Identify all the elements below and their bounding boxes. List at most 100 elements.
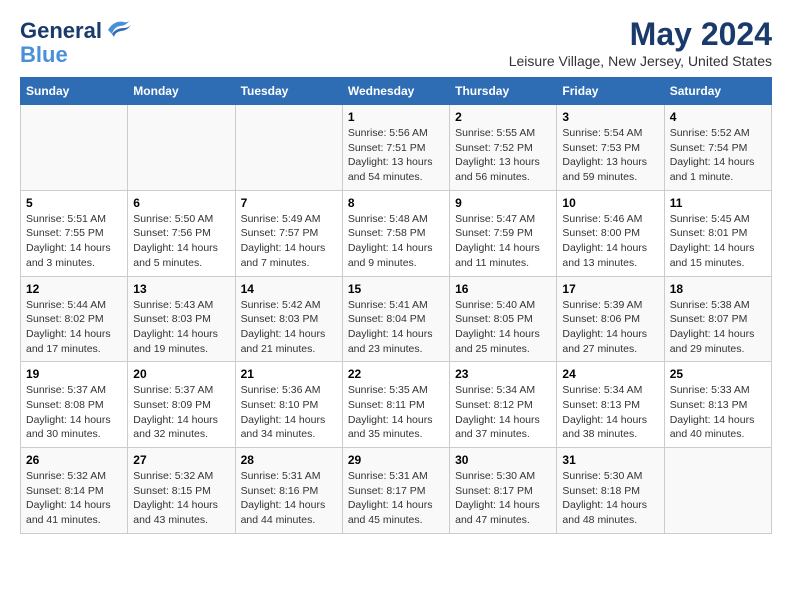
logo: General Blue <box>20 16 132 67</box>
calendar-cell <box>664 448 771 534</box>
day-header-sunday: Sunday <box>21 78 128 105</box>
calendar-cell: 5 Sunrise: 5:51 AM Sunset: 7:55 PM Daylig… <box>21 190 128 276</box>
calendar-cell: 12 Sunrise: 5:44 AM Sunset: 8:02 PM Dayli… <box>21 276 128 362</box>
calendar-cell <box>235 105 342 191</box>
main-title: May 2024 <box>509 16 772 53</box>
day-info: Sunrise: 5:49 AM Sunset: 7:57 PM Dayligh… <box>241 212 337 271</box>
calendar-cell: 2Sunrise: 5:55 AM Sunset: 7:52 PM Daylig… <box>450 105 557 191</box>
day-number: 5 <box>26 196 122 210</box>
day-info: Sunrise: 5:32 AM Sunset: 8:14 PM Dayligh… <box>26 469 122 528</box>
calendar-cell: 19 Sunrise: 5:37 AM Sunset: 8:08 PM Dayli… <box>21 362 128 448</box>
day-info: Sunrise: 5:51 AM Sunset: 7:55 PM Dayligh… <box>26 212 122 271</box>
day-info: Sunrise: 5:31 AM Sunset: 8:16 PM Dayligh… <box>241 469 337 528</box>
logo-bird-icon <box>104 16 132 38</box>
calendar-cell: 21Sunrise: 5:36 AM Sunset: 8:10 PM Dayli… <box>235 362 342 448</box>
calendar-cell: 14 Sunrise: 5:42 AM Sunset: 8:03 PM Dayli… <box>235 276 342 362</box>
calendar-week-5: 26 Sunrise: 5:32 AM Sunset: 8:14 PM Dayli… <box>21 448 772 534</box>
days-header-row: SundayMondayTuesdayWednesdayThursdayFrid… <box>21 78 772 105</box>
day-number: 18 <box>670 282 766 296</box>
calendar-cell: 1Sunrise: 5:56 AM Sunset: 7:51 PM Daylig… <box>342 105 449 191</box>
day-number: 19 <box>26 367 122 381</box>
day-number: 3 <box>562 110 658 124</box>
day-info: Sunrise: 5:37 AM Sunset: 8:09 PM Dayligh… <box>133 383 229 442</box>
day-info: Sunrise: 5:38 AM Sunset: 8:07 PM Dayligh… <box>670 298 766 357</box>
day-info: Sunrise: 5:36 AM Sunset: 8:10 PM Dayligh… <box>241 383 337 442</box>
day-info: Sunrise: 5:43 AM Sunset: 8:03 PM Dayligh… <box>133 298 229 357</box>
day-number: 31 <box>562 453 658 467</box>
day-info: Sunrise: 5:54 AM Sunset: 7:53 PM Dayligh… <box>562 126 658 185</box>
day-info: Sunrise: 5:34 AM Sunset: 8:13 PM Dayligh… <box>562 383 658 442</box>
day-info: Sunrise: 5:37 AM Sunset: 8:08 PM Dayligh… <box>26 383 122 442</box>
day-info: Sunrise: 5:48 AM Sunset: 7:58 PM Dayligh… <box>348 212 444 271</box>
calendar-week-3: 12 Sunrise: 5:44 AM Sunset: 8:02 PM Dayli… <box>21 276 772 362</box>
calendar-cell: 3 Sunrise: 5:54 AM Sunset: 7:53 PM Daylig… <box>557 105 664 191</box>
calendar-cell: 31 Sunrise: 5:30 AM Sunset: 8:18 PM Dayli… <box>557 448 664 534</box>
header: General Blue May 2024 Leisure Village, N… <box>20 16 772 69</box>
day-number: 2 <box>455 110 551 124</box>
day-number: 24 <box>562 367 658 381</box>
day-info: Sunrise: 5:32 AM Sunset: 8:15 PM Dayligh… <box>133 469 229 528</box>
day-info: Sunrise: 5:41 AM Sunset: 8:04 PM Dayligh… <box>348 298 444 357</box>
day-number: 25 <box>670 367 766 381</box>
day-header-tuesday: Tuesday <box>235 78 342 105</box>
day-header-friday: Friday <box>557 78 664 105</box>
day-number: 12 <box>26 282 122 296</box>
day-info: Sunrise: 5:44 AM Sunset: 8:02 PM Dayligh… <box>26 298 122 357</box>
calendar-cell: 27 Sunrise: 5:32 AM Sunset: 8:15 PM Dayli… <box>128 448 235 534</box>
day-header-wednesday: Wednesday <box>342 78 449 105</box>
calendar-week-2: 5 Sunrise: 5:51 AM Sunset: 7:55 PM Daylig… <box>21 190 772 276</box>
day-info: Sunrise: 5:45 AM Sunset: 8:01 PM Dayligh… <box>670 212 766 271</box>
day-number: 22 <box>348 367 444 381</box>
calendar-cell: 28 Sunrise: 5:31 AM Sunset: 8:16 PM Dayli… <box>235 448 342 534</box>
calendar-cell: 6Sunrise: 5:50 AM Sunset: 7:56 PM Daylig… <box>128 190 235 276</box>
subtitle: Leisure Village, New Jersey, United Stat… <box>509 53 772 69</box>
logo-text: General <box>20 16 132 43</box>
title-area: May 2024 Leisure Village, New Jersey, Un… <box>509 16 772 69</box>
day-info: Sunrise: 5:31 AM Sunset: 8:17 PM Dayligh… <box>348 469 444 528</box>
day-number: 26 <box>26 453 122 467</box>
day-info: Sunrise: 5:30 AM Sunset: 8:18 PM Dayligh… <box>562 469 658 528</box>
calendar-cell: 26 Sunrise: 5:32 AM Sunset: 8:14 PM Dayli… <box>21 448 128 534</box>
calendar-week-4: 19 Sunrise: 5:37 AM Sunset: 8:08 PM Dayli… <box>21 362 772 448</box>
calendar-cell: 23Sunrise: 5:34 AM Sunset: 8:12 PM Dayli… <box>450 362 557 448</box>
day-header-monday: Monday <box>128 78 235 105</box>
calendar-cell: 24 Sunrise: 5:34 AM Sunset: 8:13 PM Dayli… <box>557 362 664 448</box>
day-number: 4 <box>670 110 766 124</box>
day-number: 30 <box>455 453 551 467</box>
calendar-cell <box>21 105 128 191</box>
day-number: 8 <box>348 196 444 210</box>
day-number: 14 <box>241 282 337 296</box>
day-number: 9 <box>455 196 551 210</box>
calendar-cell: 4 Sunrise: 5:52 AM Sunset: 7:54 PM Daylig… <box>664 105 771 191</box>
calendar-cell: 7 Sunrise: 5:49 AM Sunset: 7:57 PM Daylig… <box>235 190 342 276</box>
calendar-cell: 11Sunrise: 5:45 AM Sunset: 8:01 PM Dayli… <box>664 190 771 276</box>
calendar-cell: 10 Sunrise: 5:46 AM Sunset: 8:00 PM Dayli… <box>557 190 664 276</box>
day-number: 10 <box>562 196 658 210</box>
day-info: Sunrise: 5:42 AM Sunset: 8:03 PM Dayligh… <box>241 298 337 357</box>
day-info: Sunrise: 5:56 AM Sunset: 7:51 PM Dayligh… <box>348 126 444 185</box>
calendar-cell: 13Sunrise: 5:43 AM Sunset: 8:03 PM Dayli… <box>128 276 235 362</box>
day-info: Sunrise: 5:35 AM Sunset: 8:11 PM Dayligh… <box>348 383 444 442</box>
day-info: Sunrise: 5:34 AM Sunset: 8:12 PM Dayligh… <box>455 383 551 442</box>
day-info: Sunrise: 5:47 AM Sunset: 7:59 PM Dayligh… <box>455 212 551 271</box>
day-info: Sunrise: 5:30 AM Sunset: 8:17 PM Dayligh… <box>455 469 551 528</box>
calendar-cell: 29Sunrise: 5:31 AM Sunset: 8:17 PM Dayli… <box>342 448 449 534</box>
day-info: Sunrise: 5:46 AM Sunset: 8:00 PM Dayligh… <box>562 212 658 271</box>
calendar-cell: 17Sunrise: 5:39 AM Sunset: 8:06 PM Dayli… <box>557 276 664 362</box>
day-number: 7 <box>241 196 337 210</box>
day-info: Sunrise: 5:39 AM Sunset: 8:06 PM Dayligh… <box>562 298 658 357</box>
day-info: Sunrise: 5:33 AM Sunset: 8:13 PM Dayligh… <box>670 383 766 442</box>
calendar-cell: 30 Sunrise: 5:30 AM Sunset: 8:17 PM Dayli… <box>450 448 557 534</box>
day-info: Sunrise: 5:52 AM Sunset: 7:54 PM Dayligh… <box>670 126 766 185</box>
calendar-table: SundayMondayTuesdayWednesdayThursdayFrid… <box>20 77 772 534</box>
calendar-cell: 16Sunrise: 5:40 AM Sunset: 8:05 PM Dayli… <box>450 276 557 362</box>
day-number: 28 <box>241 453 337 467</box>
day-info: Sunrise: 5:40 AM Sunset: 8:05 PM Dayligh… <box>455 298 551 357</box>
calendar-cell: 9 Sunrise: 5:47 AM Sunset: 7:59 PM Daylig… <box>450 190 557 276</box>
calendar-cell: 8 Sunrise: 5:48 AM Sunset: 7:58 PM Daylig… <box>342 190 449 276</box>
calendar-cell: 15Sunrise: 5:41 AM Sunset: 8:04 PM Dayli… <box>342 276 449 362</box>
logo-text-blue: Blue <box>20 43 132 67</box>
calendar-cell <box>128 105 235 191</box>
day-number: 6 <box>133 196 229 210</box>
day-number: 27 <box>133 453 229 467</box>
